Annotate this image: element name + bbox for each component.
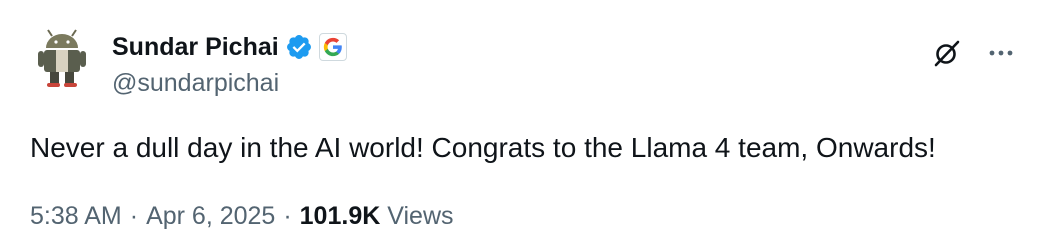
meta-separator: · bbox=[283, 202, 292, 230]
tweet-card: Sundar Pichai @sundarpichai Never a dull… bbox=[0, 0, 1041, 247]
tweet-text: Never a dull day in the AI world! Congra… bbox=[30, 132, 936, 163]
display-name[interactable]: Sundar Pichai bbox=[112, 32, 279, 62]
more-horizontal-icon[interactable] bbox=[984, 38, 1018, 68]
views-count[interactable]: 101.9K bbox=[300, 199, 381, 233]
user-handle[interactable]: @sundarpichai bbox=[112, 68, 279, 98]
tweet-meta: 5:38 AM · Apr 6, 2025 · 101.9K Views bbox=[30, 199, 454, 233]
avatar[interactable] bbox=[30, 26, 94, 90]
views-label: Views bbox=[387, 202, 454, 230]
author-name-row: Sundar Pichai bbox=[112, 30, 347, 64]
grok-icon[interactable] bbox=[930, 36, 964, 70]
verified-badge-icon[interactable] bbox=[285, 33, 313, 61]
tweet-date[interactable]: Apr 6, 2025 bbox=[146, 199, 275, 233]
tweet-time[interactable]: 5:38 AM bbox=[30, 199, 122, 233]
android-figure-icon bbox=[38, 29, 86, 87]
google-g-icon[interactable] bbox=[318, 33, 347, 61]
meta-separator: · bbox=[129, 202, 139, 230]
